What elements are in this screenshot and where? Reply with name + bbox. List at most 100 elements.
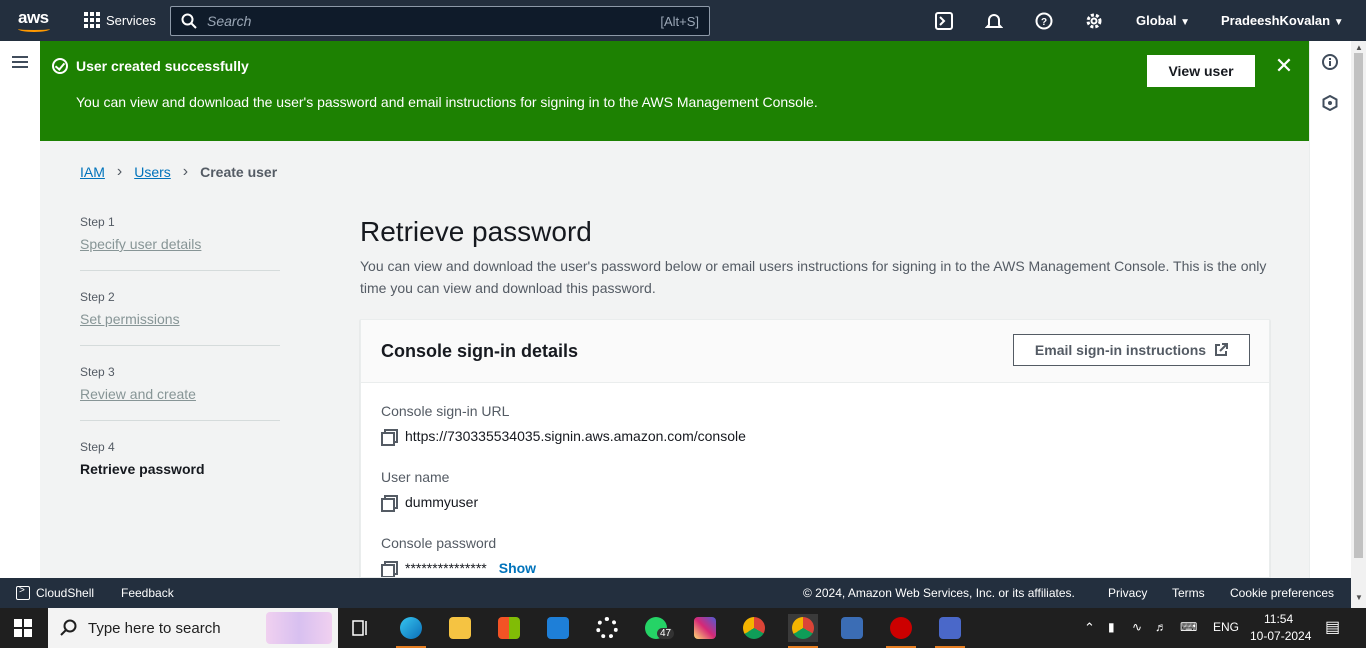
console-signin-details-card: Console sign-in details Email sign-in in… xyxy=(360,319,1270,578)
aws-logo[interactable]: aws xyxy=(18,8,49,28)
email-signin-instructions-button[interactable]: Email sign-in instructions xyxy=(1013,334,1250,366)
breadcrumb-current: Create user xyxy=(200,164,278,180)
region-label: Global xyxy=(1136,13,1177,28)
clock-time[interactable]: 11:54 xyxy=(1264,612,1293,626)
feedback-link[interactable]: Feedback xyxy=(121,586,174,600)
privacy-link[interactable]: Privacy xyxy=(1108,586,1147,600)
step-current-retrieve-password: Retrieve password xyxy=(80,461,205,477)
whatsapp-badge: 47 xyxy=(657,628,675,639)
services-menu[interactable]: Services xyxy=(84,12,156,28)
task-view-icon[interactable] xyxy=(346,614,376,642)
password-field: Console password *************** Show xyxy=(381,535,536,577)
signin-url-value: https://730335534035.signin.aws.amazon.c… xyxy=(405,428,746,444)
help-icon[interactable]: ? xyxy=(1033,10,1055,32)
notifications-bell-icon[interactable] xyxy=(983,10,1005,32)
console-footer: CloudShell Feedback © 2024, Amazon Web S… xyxy=(0,578,1351,608)
info-icon[interactable] xyxy=(1322,54,1338,75)
cloudshell-label: CloudShell xyxy=(36,586,95,600)
language-indicator[interactable]: ENG xyxy=(1213,620,1239,634)
chevron-right-icon: › xyxy=(182,163,189,180)
search-shortcut: [Alt+S] xyxy=(660,13,699,29)
caret-down-icon: ▼ xyxy=(1333,17,1344,28)
breadcrumb: IAM › Users › Create user xyxy=(80,163,277,181)
battery-icon[interactable]: ▮ xyxy=(1108,620,1115,634)
settings-gear-icon[interactable] xyxy=(592,614,622,642)
step-label: Step 1 xyxy=(80,215,115,229)
success-flash-banner: User created successfully You can view a… xyxy=(40,41,1309,141)
search-bar[interactable]: [Alt+S] xyxy=(170,6,710,36)
terms-link[interactable]: Terms xyxy=(1172,586,1205,600)
flash-message: You can view and download the user's pas… xyxy=(76,94,818,110)
aws-logo-smile xyxy=(18,26,50,32)
field-label: Console sign-in URL xyxy=(381,403,510,419)
copy-icon[interactable] xyxy=(381,495,398,512)
step-link-review-and-create[interactable]: Review and create xyxy=(80,386,196,402)
redhat-app-icon[interactable] xyxy=(886,614,916,648)
username-field: User name dummyuser xyxy=(381,469,478,512)
instagram-icon[interactable] xyxy=(690,614,720,642)
password-masked-value: *************** xyxy=(405,560,487,576)
virtualbox-icon[interactable] xyxy=(837,614,867,642)
keyboard-icon[interactable]: ⌨ xyxy=(1180,620,1197,634)
caret-down-icon: ▼ xyxy=(1180,17,1190,28)
wizard-step-1: Step 1 Specify user details xyxy=(80,215,280,271)
hexagon-icon[interactable] xyxy=(1322,94,1338,116)
show-password-link[interactable]: Show xyxy=(499,560,536,576)
settings-gear-icon[interactable] xyxy=(1083,10,1105,32)
chevron-up-icon[interactable]: ⌃ xyxy=(1084,620,1095,636)
search-input[interactable] xyxy=(207,13,661,29)
search-icon xyxy=(181,13,197,29)
copy-icon[interactable] xyxy=(381,429,398,446)
page-title: Retrieve password xyxy=(360,216,592,247)
whatsapp-icon[interactable]: 47 xyxy=(641,614,675,642)
taskbar-search-input[interactable] xyxy=(88,619,248,637)
card-title: Console sign-in details xyxy=(381,341,579,361)
account-menu[interactable]: PradeeshKovalan ▼ xyxy=(1221,13,1344,28)
clock-date[interactable]: 10-07-2024 xyxy=(1250,629,1311,643)
copy-icon[interactable] xyxy=(381,561,398,577)
step-link-set-permissions[interactable]: Set permissions xyxy=(80,311,180,327)
breadcrumb-iam[interactable]: IAM xyxy=(80,164,105,180)
external-link-icon xyxy=(1215,343,1229,356)
mail-icon[interactable] xyxy=(543,614,573,642)
email-button-label: Email sign-in instructions xyxy=(1034,342,1207,358)
account-label: PradeeshKovalan xyxy=(1221,13,1331,28)
cloudshell-icon[interactable] xyxy=(933,10,955,32)
wizard-step-4: Step 4 Retrieve password xyxy=(80,440,280,479)
page-description: You can view and download the user's pas… xyxy=(360,258,1267,296)
field-label: Console password xyxy=(381,535,497,551)
scroll-up-arrow-icon[interactable]: ▲ xyxy=(1355,43,1363,52)
success-check-icon xyxy=(52,58,68,74)
cloudshell-icon xyxy=(16,585,30,600)
taskbar-search[interactable] xyxy=(48,608,338,648)
services-grid-icon xyxy=(84,12,100,28)
step-label: Step 2 xyxy=(80,290,115,304)
scrollbar-thumb[interactable] xyxy=(1354,53,1363,558)
file-explorer-icon[interactable] xyxy=(445,614,475,642)
windows-taskbar: 47 ⌃ ▮ ∿ ♬ ⌨ ENG 11:54 10-07-2024 ▤ xyxy=(0,608,1366,648)
network-app-icon[interactable] xyxy=(935,614,965,648)
breadcrumb-users[interactable]: Users xyxy=(134,164,171,180)
edge-browser-icon[interactable] xyxy=(396,614,426,648)
step-link-specify-user-details[interactable]: Specify user details xyxy=(80,236,201,252)
notification-center-icon[interactable]: ▤ xyxy=(1325,617,1340,637)
cookie-preferences-link[interactable]: Cookie preferences xyxy=(1230,586,1334,600)
scroll-down-arrow-icon[interactable]: ▼ xyxy=(1355,593,1363,602)
view-user-button[interactable]: View user xyxy=(1147,55,1255,87)
hamburger-menu-icon[interactable] xyxy=(12,56,28,69)
volume-icon[interactable]: ♬ xyxy=(1155,620,1167,634)
windows-start-icon[interactable] xyxy=(14,619,32,637)
region-selector[interactable]: Global ▼ xyxy=(1136,13,1190,28)
chrome-icon[interactable] xyxy=(739,614,769,642)
chrome-profile-icon[interactable] xyxy=(788,614,818,648)
page-scrollbar[interactable]: ▲ ▼ xyxy=(1351,41,1366,608)
card-header: Console sign-in details Email sign-in in… xyxy=(361,320,1269,383)
cloudshell-footer-button[interactable]: CloudShell xyxy=(16,585,95,600)
step-divider xyxy=(80,420,280,421)
close-icon[interactable]: ✕ xyxy=(1274,55,1294,77)
wifi-icon[interactable]: ∿ xyxy=(1132,620,1142,634)
microsoft-store-icon[interactable] xyxy=(494,614,524,642)
flash-title: User created successfully xyxy=(76,58,249,74)
wizard-step-3: Step 3 Review and create xyxy=(80,365,280,421)
top-navigation: aws Services [Alt+S] ? Global ▼ Pradeesh… xyxy=(0,0,1366,41)
